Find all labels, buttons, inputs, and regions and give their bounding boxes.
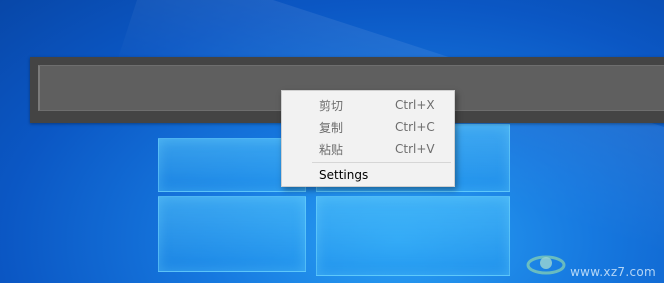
xz7-logo-icon (526, 251, 566, 279)
menu-item-paste-shortcut: Ctrl+V (395, 142, 435, 156)
site-watermark: www.xz7.com (526, 251, 656, 279)
windows-logo-pane-bottom-right (316, 196, 510, 276)
menu-item-cut-label: 剪切 (319, 98, 344, 113)
menu-item-settings[interactable]: Settings (283, 164, 453, 186)
watermark-text: www.xz7.com (570, 265, 656, 279)
menu-item-copy-shortcut: Ctrl+C (395, 120, 435, 134)
menu-item-copy-label: 复制 (319, 120, 344, 135)
context-menu: 剪切 Ctrl+X 复制 Ctrl+C 粘贴 Ctrl+V Settings (281, 90, 455, 187)
menu-separator (312, 162, 451, 163)
menu-item-cut[interactable]: 剪切 Ctrl+X (283, 94, 453, 116)
menu-item-settings-label: Settings (319, 168, 369, 182)
menu-item-copy[interactable]: 复制 Ctrl+C (283, 116, 453, 138)
menu-item-cut-shortcut: Ctrl+X (395, 98, 435, 112)
menu-item-paste[interactable]: 粘贴 Ctrl+V (283, 138, 453, 160)
menu-item-paste-label: 粘贴 (319, 142, 344, 157)
windows-logo-pane-bottom-left (158, 196, 306, 272)
